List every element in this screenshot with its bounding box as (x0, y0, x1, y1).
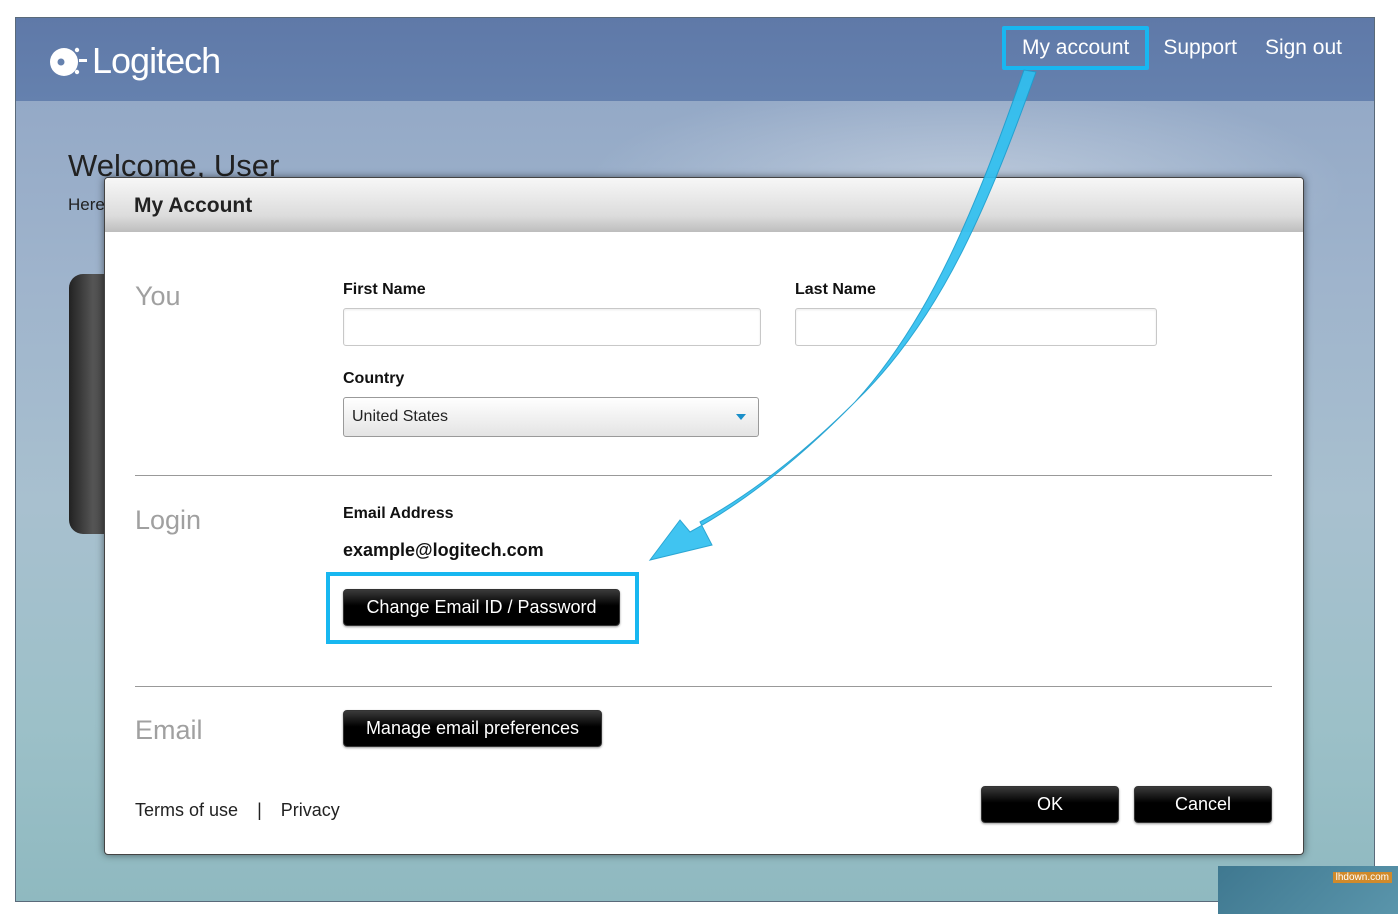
ok-button[interactable]: OK (981, 786, 1119, 823)
nav-sign-out[interactable]: Sign out (1251, 34, 1356, 62)
nav-my-account[interactable]: My account (1001, 26, 1150, 70)
privacy-link[interactable]: Privacy (281, 800, 340, 820)
country-select[interactable]: United States (343, 397, 759, 437)
footer-separator: | (257, 800, 262, 820)
top-bar: Logitech My account Support Sign out (16, 18, 1374, 101)
logitech-logo[interactable]: Logitech (48, 40, 221, 82)
section-label-email: Email (135, 715, 203, 745)
email-address-value: example@logitech.com (343, 540, 544, 560)
top-nav: My account Support Sign out (1001, 26, 1356, 70)
section-label-login: Login (135, 505, 202, 535)
section-divider (135, 686, 1272, 687)
my-account-dialog: My Account You First Name Last Name Coun… (104, 177, 1304, 855)
country-label: Country (343, 370, 405, 387)
first-name-field[interactable] (343, 308, 761, 346)
dialog-header: My Account (105, 178, 1303, 232)
last-name-label: Last Name (795, 281, 876, 298)
cancel-button[interactable]: Cancel (1134, 786, 1272, 823)
first-name-label: First Name (343, 281, 426, 298)
welcome-subtext: Here (68, 195, 105, 214)
nav-support[interactable]: Support (1149, 34, 1251, 62)
section-divider (135, 475, 1272, 476)
watermark-text: lhdown.com (1332, 872, 1392, 883)
watermark: lhdown.com (1218, 866, 1398, 914)
country-select-value: United States (352, 408, 449, 425)
terms-of-use-link[interactable]: Terms of use (135, 800, 238, 820)
footer-links: Terms of use | Privacy (135, 800, 340, 821)
dropdown-arrow-icon (736, 414, 746, 420)
last-name-field[interactable] (795, 308, 1157, 346)
email-address-label: Email Address (343, 505, 454, 522)
logitech-mark-icon (48, 42, 88, 80)
change-email-password-button[interactable]: Change Email ID / Password (343, 589, 620, 626)
section-label-you: You (135, 281, 181, 311)
dialog-title: My Account (134, 194, 253, 217)
logo-text: Logitech (92, 40, 221, 81)
manage-email-preferences-button[interactable]: Manage email preferences (343, 710, 602, 747)
